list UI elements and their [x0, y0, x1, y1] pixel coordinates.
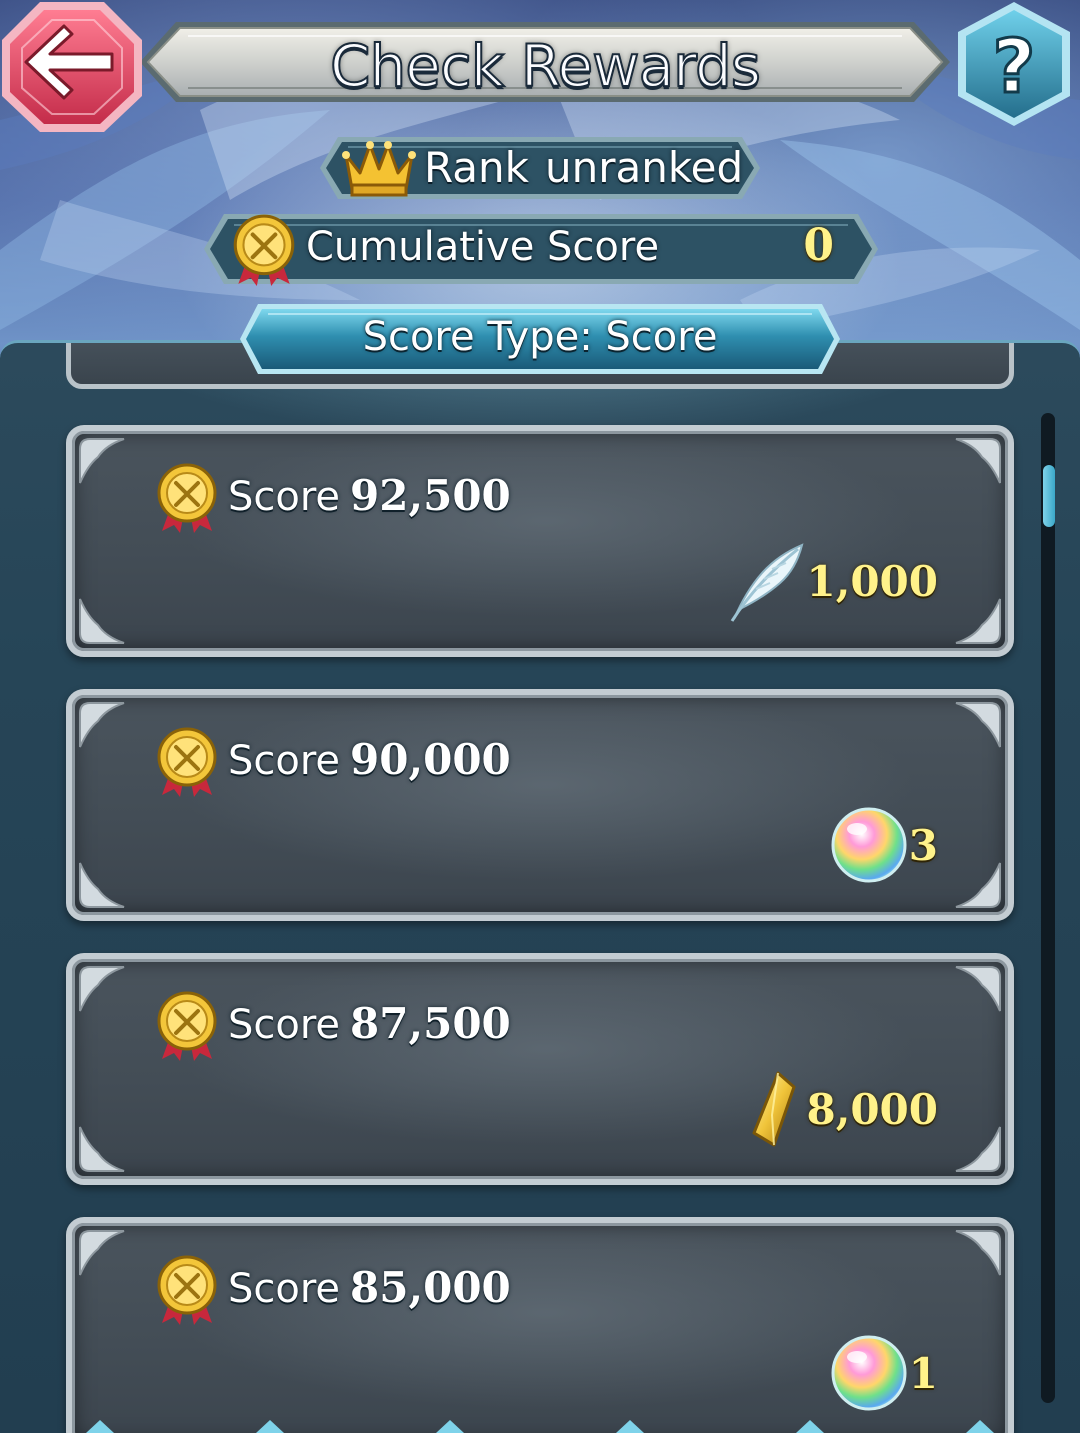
back-arrow-icon	[2, 2, 142, 132]
orb-icon	[831, 1335, 907, 1411]
orb-icon	[831, 807, 907, 883]
rank-value: unranked	[544, 143, 744, 192]
rank-display: Rank unranked	[318, 133, 762, 203]
score-medal-icon	[157, 1255, 217, 1325]
reward-item: 1,000	[726, 539, 938, 623]
card-corner-ornament	[79, 438, 125, 484]
card-corner-ornament	[955, 862, 1001, 908]
card-corner-ornament	[79, 1126, 125, 1172]
score-label: Score	[228, 1002, 341, 1048]
score-threshold-value: 85,000	[350, 1263, 511, 1312]
rank-text: Rank unranked	[424, 143, 743, 192]
card-corner-ornament	[79, 966, 125, 1012]
rewards-list-panel[interactable]: Score 92,500 1,000 Score 90,000 3 Score …	[0, 340, 1080, 1433]
reward-score-threshold: Score 87,500	[228, 999, 511, 1048]
reward-card: Score 92,500 1,000	[66, 425, 1014, 657]
reward-score-threshold: Score 85,000	[228, 1263, 511, 1312]
feather-icon	[731, 543, 804, 622]
check-rewards-screen: Check Rewards ? Rank unranked Cumulative…	[0, 0, 1080, 1433]
help-button[interactable]: ?	[948, 0, 1080, 128]
scrollbar-track[interactable]	[1041, 413, 1055, 1403]
card-corner-ornament	[79, 1230, 125, 1276]
reward-quantity: 1	[908, 1348, 938, 1398]
reward-card: Score 85,000 1	[66, 1217, 1014, 1433]
reward-score-threshold: Score 90,000	[228, 735, 511, 784]
score-medal-icon	[157, 463, 217, 533]
card-corner-ornament	[955, 1230, 1001, 1276]
card-corner-ornament	[955, 702, 1001, 748]
question-mark-icon: ?	[958, 2, 1070, 126]
score-medal-icon	[157, 991, 217, 1061]
reward-score-threshold: Score 92,500	[228, 471, 511, 520]
cumulative-score-label: Cumulative Score	[306, 224, 660, 270]
card-corner-ornament	[79, 598, 125, 644]
score-type-button[interactable]: Score Type: Score	[238, 302, 842, 376]
score-type-label: Score Type: Score	[362, 314, 718, 360]
card-corner-ornament	[955, 598, 1001, 644]
reward-card: Score 90,000 3	[66, 689, 1014, 921]
card-corner-ornament	[79, 702, 125, 748]
score-label: Score	[228, 1266, 341, 1312]
reward-item: 3	[829, 803, 938, 887]
cumulative-score-display: Cumulative Score 0	[202, 210, 880, 288]
score-threshold-value: 90,000	[350, 735, 511, 784]
title-banner: Check Rewards	[140, 14, 950, 110]
reward-quantity: 3	[908, 820, 938, 870]
reward-card: Score 87,500 8,000	[66, 953, 1014, 1185]
cumulative-score-value: 0	[803, 220, 834, 271]
page-title: Check Rewards	[329, 31, 762, 101]
reward-item: 8,000	[726, 1067, 938, 1151]
reward-item: 1	[829, 1331, 938, 1415]
back-button[interactable]	[0, 0, 144, 134]
score-label: Score	[228, 738, 341, 784]
crystal-icon	[752, 1071, 796, 1147]
svg-text:?: ?	[993, 24, 1036, 110]
scrollbar-thumb[interactable]	[1043, 465, 1055, 527]
score-label: Score	[228, 474, 341, 520]
score-medal-icon	[157, 727, 217, 797]
card-corner-ornament	[955, 438, 1001, 484]
reward-quantity: 1,000	[806, 556, 938, 606]
rank-label: Rank	[424, 143, 529, 192]
score-threshold-value: 92,500	[350, 471, 511, 520]
bottom-ornament	[86, 1420, 994, 1433]
reward-quantity: 8,000	[806, 1084, 938, 1134]
crown-icon	[342, 141, 416, 197]
card-corner-ornament	[955, 966, 1001, 1012]
score-medal-icon	[233, 214, 295, 286]
card-corner-ornament	[79, 862, 125, 908]
score-threshold-value: 87,500	[350, 999, 511, 1048]
card-corner-ornament	[955, 1126, 1001, 1172]
